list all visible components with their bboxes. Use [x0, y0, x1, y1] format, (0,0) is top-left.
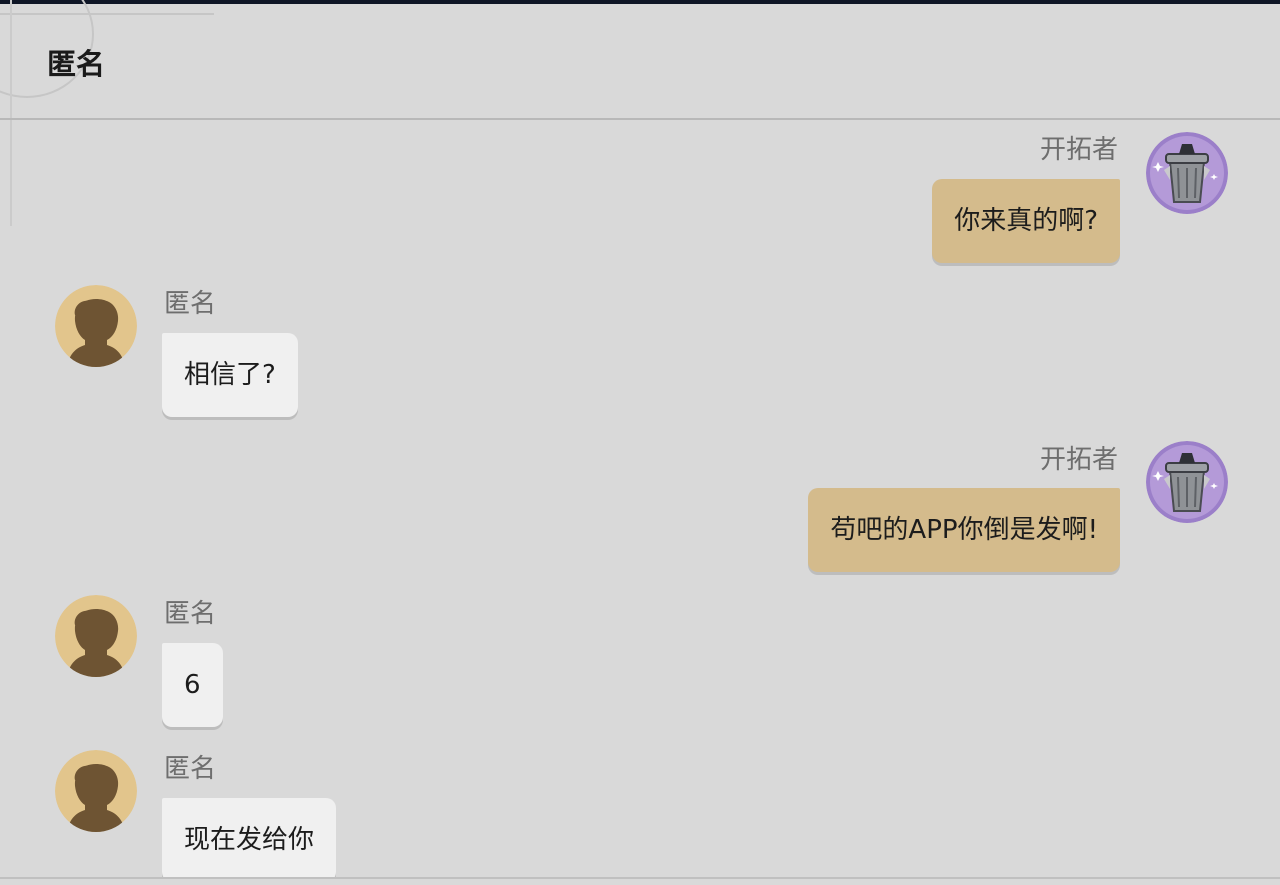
person-silhouette-icon	[55, 750, 137, 832]
trash-can-avatar[interactable]	[1146, 441, 1228, 523]
message-other: 匿名 相信了?	[0, 275, 1280, 425]
silhouette-avatar[interactable]	[55, 595, 137, 677]
trash-can-icon	[1146, 132, 1228, 214]
message-bubble[interactable]: 6	[162, 643, 223, 727]
silhouette-avatar[interactable]	[55, 285, 137, 367]
chat-window: 匿名 开拓者 你来真的啊? 匿名 相信了? 开拓者 苟吧的APP你倒是发啊! 匿…	[0, 0, 1280, 885]
message-bubble[interactable]: 现在发给你	[162, 798, 337, 877]
message-self: 开拓者 苟吧的APP你倒是发啊!	[0, 430, 1280, 580]
bottom-divider	[0, 877, 1280, 879]
silhouette-avatar[interactable]	[55, 750, 137, 832]
trash-can-icon	[1146, 441, 1228, 523]
message-bubble[interactable]: 苟吧的APP你倒是发啊!	[808, 488, 1120, 572]
message-list[interactable]: 开拓者 你来真的啊? 匿名 相信了? 开拓者 苟吧的APP你倒是发啊! 匿名 6…	[0, 120, 1280, 877]
message-bubble[interactable]: 相信了?	[162, 333, 298, 417]
trash-can-avatar[interactable]	[1146, 132, 1228, 214]
person-silhouette-icon	[55, 285, 137, 367]
message-self: 开拓者 你来真的啊?	[0, 120, 1280, 270]
sender-name: 匿名	[164, 599, 217, 629]
sender-name: 匿名	[164, 754, 217, 784]
message-bubble[interactable]: 你来真的啊?	[932, 179, 1120, 263]
person-silhouette-icon	[55, 595, 137, 677]
sender-name: 开拓者	[1039, 135, 1118, 165]
sender-name: 开拓者	[1039, 445, 1118, 475]
chat-title: 匿名	[47, 47, 106, 81]
sender-name: 匿名	[164, 289, 217, 319]
message-other: 匿名 现在发给你	[0, 740, 1280, 877]
chat-header: 匿名	[0, 4, 1280, 118]
message-other: 匿名 6	[0, 585, 1280, 735]
